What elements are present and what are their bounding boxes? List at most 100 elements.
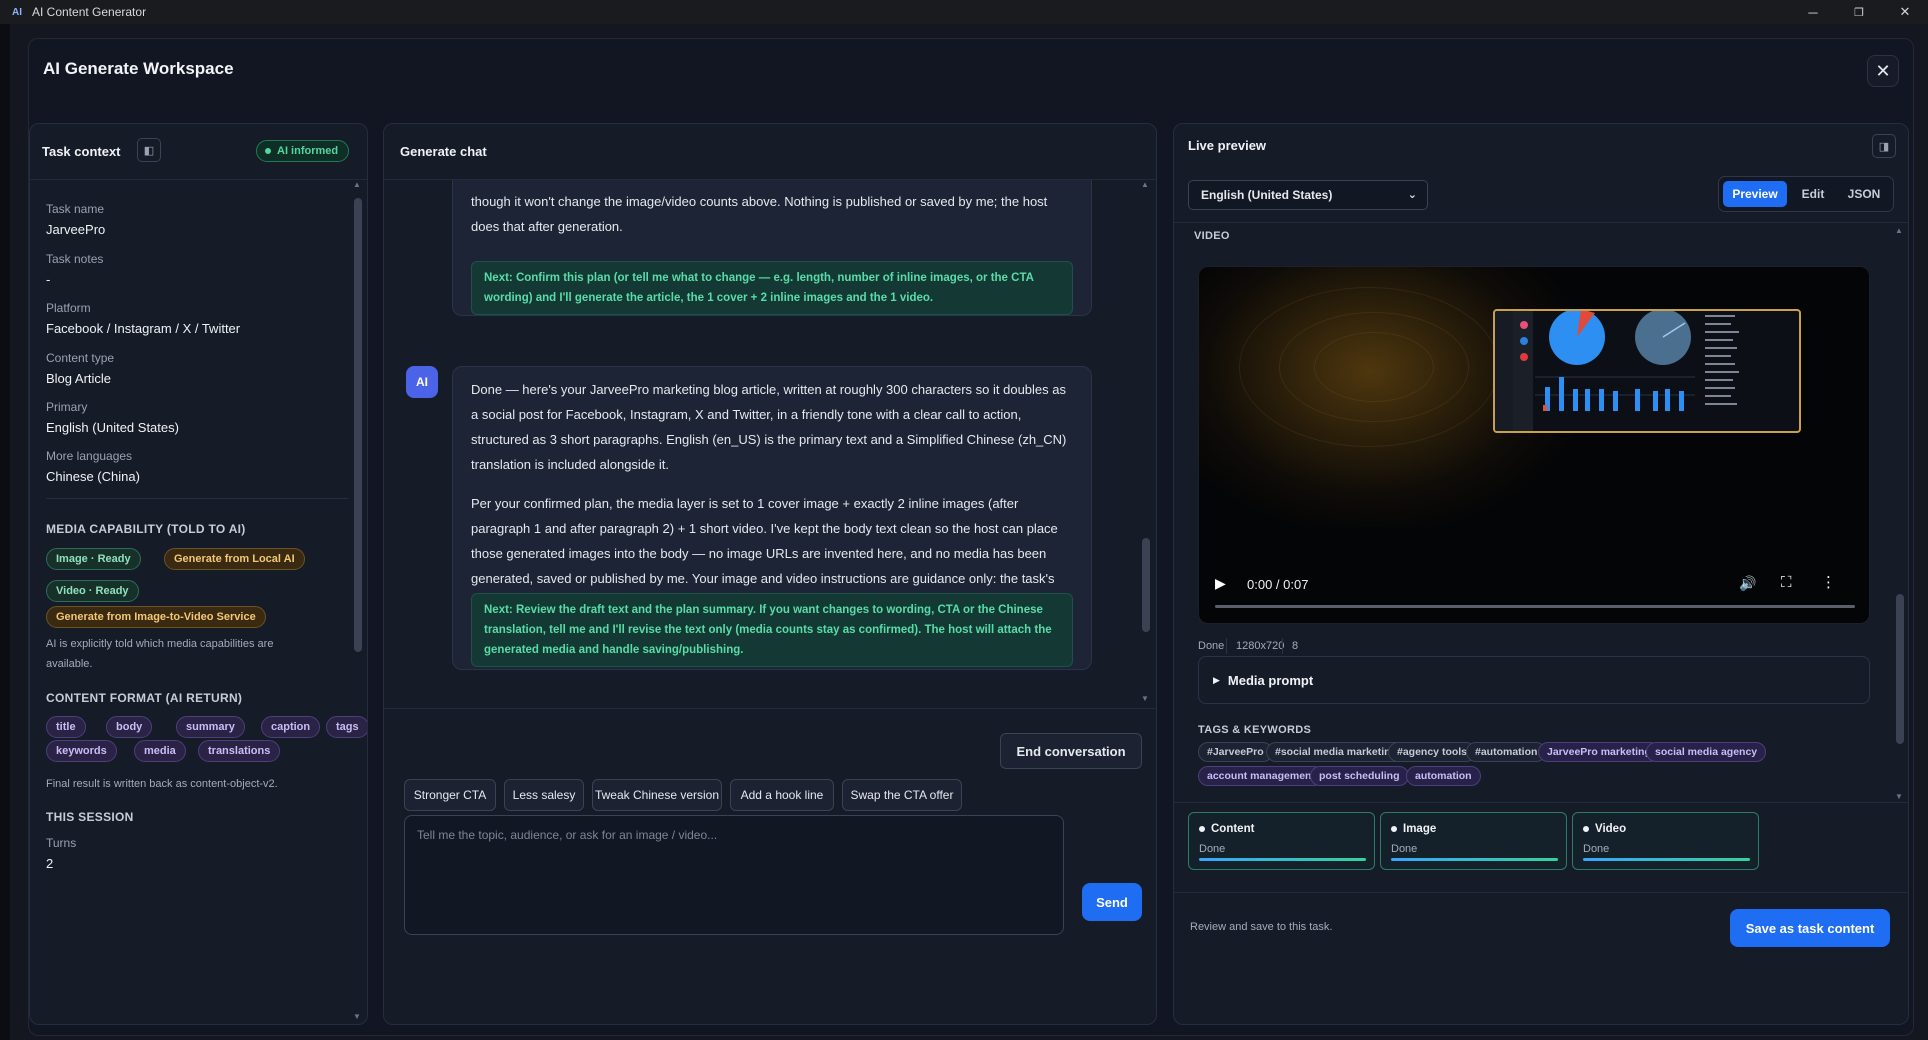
format-chip: caption	[261, 716, 321, 738]
app-body: AI Generate Workspace ✕ Task context ◧ A…	[0, 24, 1928, 1040]
status-card-state: Done	[1391, 843, 1418, 855]
more-languages-value: Chinese (China)	[46, 469, 140, 484]
more-languages-label: More languages	[46, 449, 133, 463]
scroll-up-icon[interactable]: ▲	[353, 180, 361, 189]
chat-header: Generate chat	[384, 124, 1156, 180]
tags-title: TAGS & KEYWORDS	[1198, 724, 1312, 736]
task-context-title: Task context	[42, 144, 121, 159]
message-paragraph: Done — here's your JarveePro marketing b…	[471, 382, 1067, 472]
video-player[interactable]: ▶ 0:00 / 0:07 🔊 ⛶ ⋮	[1198, 266, 1870, 624]
task-name-value: JarveePro	[46, 222, 106, 237]
sidebar-toggle-icon: ◧	[143, 144, 155, 157]
task-context-header: Task context ◧ AI informed	[30, 124, 367, 180]
status-dot-icon	[1391, 825, 1397, 832]
chat-messages[interactable]: though it won't change the image/video c…	[384, 180, 1156, 708]
keyword-chip: account management	[1198, 766, 1324, 786]
window-titlebar: AI AI Content Generator ─ ❐ ✕	[0, 0, 1928, 24]
workspace-close-button[interactable]: ✕	[1867, 55, 1899, 87]
scroll-up-icon[interactable]: ▲	[1141, 180, 1149, 189]
media-prompt-label: Media prompt	[1227, 672, 1314, 688]
tab-json[interactable]: JSON	[1839, 181, 1889, 207]
left-scrollbar[interactable]	[354, 186, 362, 1014]
left-edge-strip	[0, 24, 10, 1040]
quick-reply-add-hook[interactable]: Add a hook line	[730, 779, 834, 811]
content-format-title: CONTENT FORMAT (AI RETURN)	[46, 691, 243, 705]
tab-preview[interactable]: Preview	[1723, 181, 1787, 207]
preview-divider	[1174, 222, 1908, 223]
video-progress-bar[interactable]	[1215, 605, 1855, 608]
keyword-chip: JarveePro marketing	[1538, 742, 1660, 762]
left-scrollbar-thumb[interactable]	[354, 198, 362, 652]
scroll-down-icon[interactable]: ▼	[353, 1012, 361, 1021]
media-prompt-toggle[interactable]: ▶ Media prompt	[1198, 656, 1870, 704]
content-type-label: Content type	[46, 351, 115, 365]
status-card-title: Content	[1211, 823, 1255, 835]
status-progress-bar	[1391, 858, 1558, 861]
primary-label: Primary	[46, 400, 88, 414]
task-notes-label: Task notes	[46, 252, 104, 266]
keyword-chip: social media agency	[1646, 742, 1767, 762]
chat-scrollbar[interactable]	[1142, 186, 1150, 702]
volume-icon[interactable]: 🔊	[1739, 575, 1756, 592]
fullscreen-icon[interactable]: ⛶	[1781, 574, 1792, 591]
window-title: AI Content Generator	[32, 5, 147, 19]
format-chip: tags	[326, 716, 367, 738]
task-name-label: Task name	[46, 202, 105, 216]
status-card-state: Done	[1199, 843, 1226, 855]
collapse-panel-button[interactable]: ◧	[137, 138, 161, 162]
preview-scrollbar-thumb[interactable]	[1896, 594, 1904, 744]
status-dot-icon	[1583, 825, 1589, 832]
video-time: 0:00 / 0:07	[1247, 577, 1309, 592]
chat-scrollbar-thumb[interactable]	[1142, 538, 1150, 632]
save-task-content-button[interactable]: Save as task content	[1730, 909, 1890, 947]
tag-chip: #social media marketing	[1266, 742, 1406, 762]
platform-label: Platform	[46, 301, 91, 315]
ai-avatar: AI	[406, 366, 438, 398]
maximize-button[interactable]: ❐	[1836, 0, 1882, 24]
language-select[interactable]: English (United States) ⌄	[1188, 180, 1428, 210]
quick-reply-swap-cta[interactable]: Swap the CTA offer	[842, 779, 962, 811]
play-icon[interactable]: ▶	[1215, 575, 1226, 592]
image-status-card: Image Done	[1380, 812, 1567, 870]
content-status-card: Content Done	[1188, 812, 1375, 870]
format-note: Final result is written back as content-…	[46, 778, 278, 790]
keyword-chip: post scheduling	[1310, 766, 1409, 786]
content-type-value: Blog Article	[46, 371, 112, 386]
chat-title: Generate chat	[400, 144, 487, 159]
video-resolution: 1280x720	[1236, 640, 1285, 652]
workspace-dialog: AI Generate Workspace ✕ Task context ◧ A…	[28, 38, 1914, 1036]
tag-chip: #agency tools	[1388, 742, 1477, 762]
task-notes-value: -	[46, 272, 51, 287]
caret-right-icon: ▶	[1213, 674, 1220, 685]
scroll-up-icon[interactable]: ▲	[1895, 226, 1903, 235]
send-button[interactable]: Send	[1082, 883, 1142, 921]
assistant-message: Done — here's your JarveePro marketing b…	[452, 366, 1092, 670]
status-card-title: Image	[1403, 823, 1437, 835]
window-close-button[interactable]: ✕	[1882, 0, 1928, 24]
language-select-value: English (United States)	[1201, 188, 1333, 202]
quick-reply-less-salesy[interactable]: Less salesy	[504, 779, 584, 811]
minimize-button[interactable]: ─	[1790, 0, 1836, 24]
scroll-down-icon[interactable]: ▼	[1141, 694, 1149, 703]
chat-input[interactable]: Tell me the topic, audience, or ask for …	[404, 815, 1064, 935]
format-chip: title	[46, 716, 86, 738]
status-separator	[1226, 638, 1227, 654]
end-conversation-button[interactable]: End conversation	[1000, 733, 1142, 769]
message-text: though it won't change the image/video c…	[471, 194, 1048, 209]
image-ready-chip: Image · Ready	[46, 548, 141, 570]
quick-reply-tweak-chinese[interactable]: Tweak Chinese version	[592, 779, 722, 811]
turns-value: 2	[46, 856, 54, 871]
more-options-icon[interactable]: ⋮	[1821, 573, 1836, 591]
format-chip: keywords	[46, 740, 117, 762]
session-title: THIS SESSION	[46, 810, 134, 824]
expand-preview-button[interactable]: ◨	[1872, 134, 1896, 158]
media-capability-title: MEDIA CAPABILITY (TOLD TO AI)	[46, 522, 246, 536]
preview-scrollbar[interactable]	[1896, 234, 1904, 794]
status-progress-bar	[1583, 858, 1750, 861]
local-ai-chip: Generate from Local AI	[164, 548, 305, 570]
quick-reply-stronger-cta[interactable]: Stronger CTA	[404, 779, 496, 811]
scroll-down-icon[interactable]: ▼	[1895, 792, 1903, 801]
tab-edit[interactable]: Edit	[1791, 181, 1835, 207]
ai-informed-badge: AI informed	[256, 140, 350, 162]
video-frame-ring	[1314, 332, 1434, 402]
